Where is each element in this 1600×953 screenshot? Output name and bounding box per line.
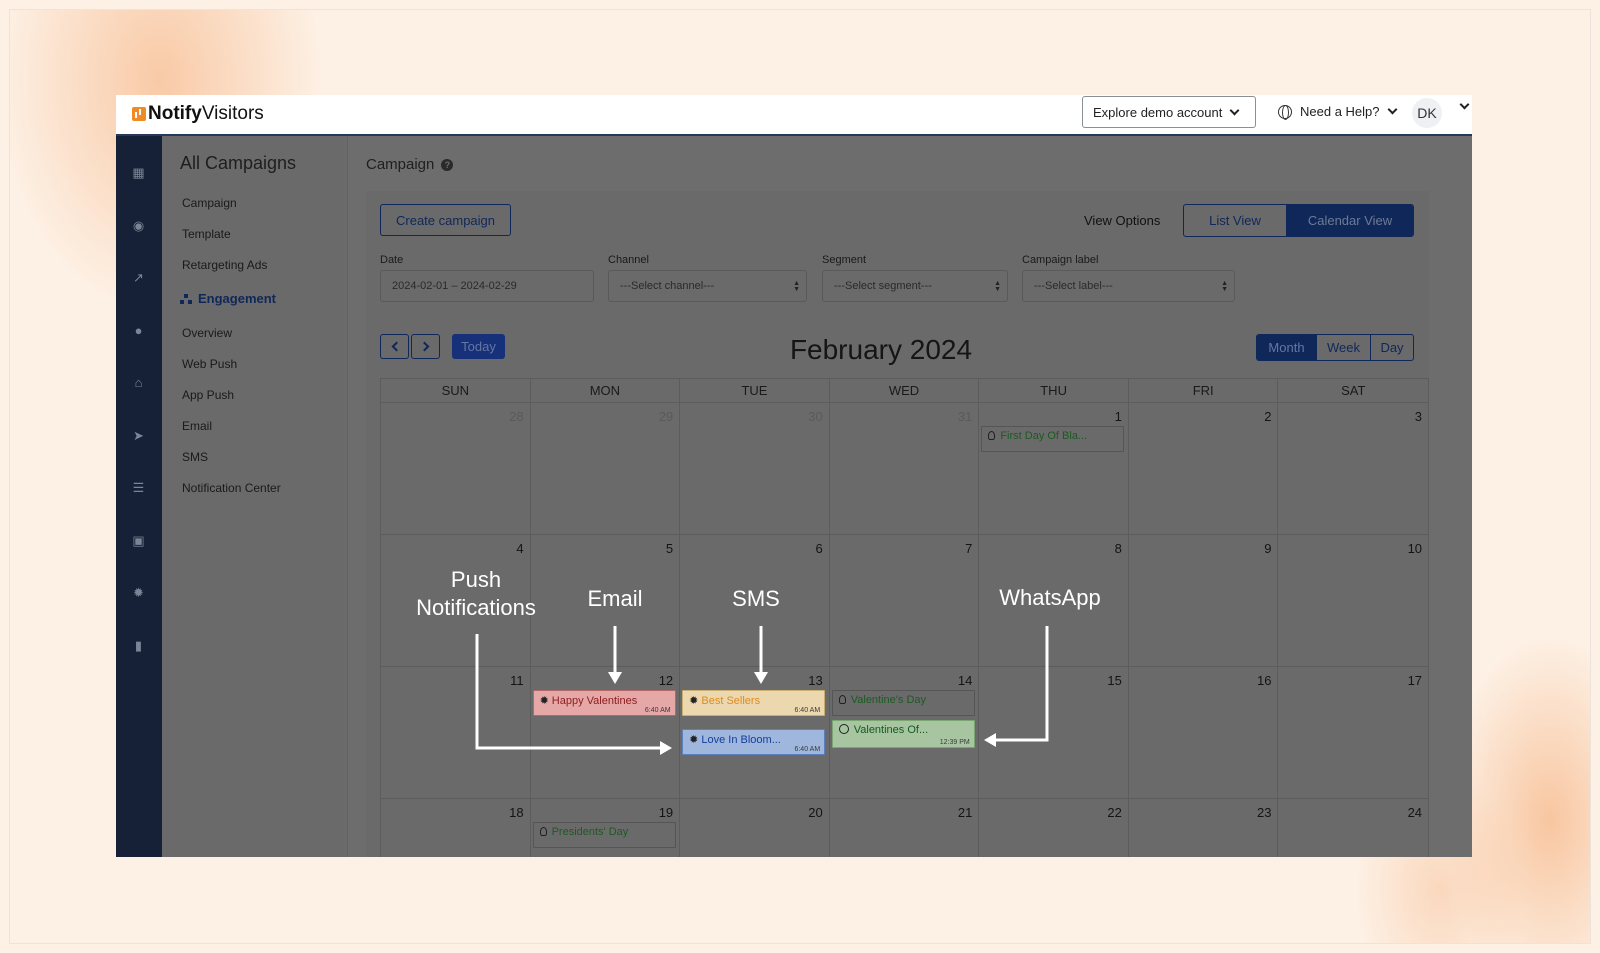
arrowhead bbox=[754, 672, 768, 684]
push-arrow bbox=[475, 634, 662, 750]
annotation-arrows bbox=[475, 626, 1049, 755]
arrowhead bbox=[608, 672, 622, 684]
arrowhead bbox=[660, 741, 672, 755]
arrowhead bbox=[984, 733, 996, 747]
whatsapp-arrow bbox=[994, 626, 1049, 742]
